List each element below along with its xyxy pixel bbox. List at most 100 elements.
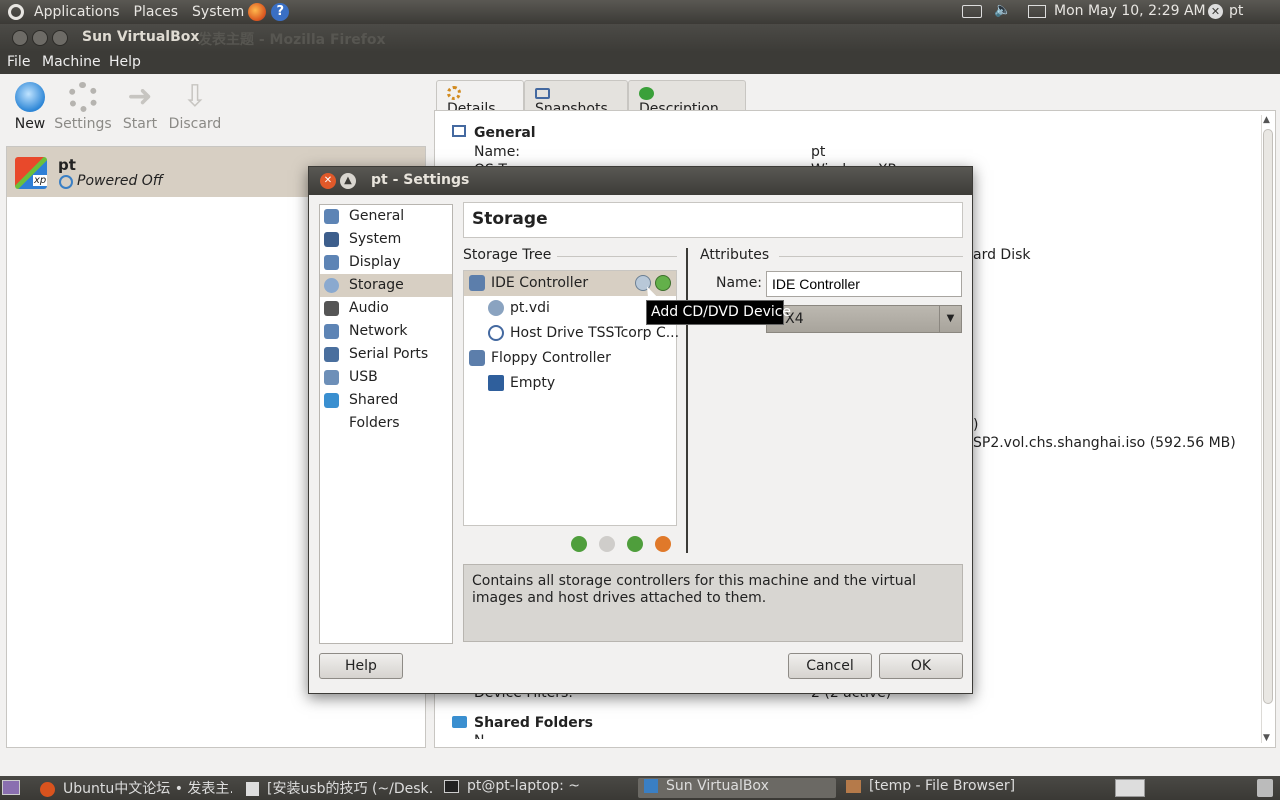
- mail-icon[interactable]: [1028, 5, 1046, 18]
- tree-item-label: Empty: [510, 375, 556, 391]
- category-general[interactable]: General: [320, 205, 452, 228]
- taskbar-item-editor[interactable]: [安装usb的技巧 (~/Desk…: [240, 778, 432, 798]
- category-shared-folders[interactable]: Shared Folders: [320, 389, 452, 431]
- controller-type-combo[interactable]: IX4 ▼: [766, 305, 962, 333]
- gear-icon: [68, 82, 98, 112]
- folder-icon: [846, 779, 861, 793]
- menu-file[interactable]: File: [7, 54, 30, 70]
- scroll-down-icon[interactable]: ▼: [1263, 733, 1270, 743]
- add-controller-button[interactable]: [571, 536, 587, 552]
- general-section-title: General: [474, 125, 536, 141]
- close-window-button[interactable]: [12, 30, 28, 46]
- pane-divider[interactable]: [686, 248, 688, 553]
- monitor-icon: [452, 125, 466, 137]
- remove-attachment-button[interactable]: [655, 536, 671, 552]
- vm-state: Powered Off: [77, 173, 163, 189]
- usb-icon: [324, 370, 339, 385]
- ok-button[interactable]: OK: [879, 653, 963, 679]
- menu-places[interactable]: Places: [134, 4, 179, 20]
- power-icon: [59, 175, 73, 189]
- attributes-label-line: [779, 256, 963, 257]
- controller-name-input[interactable]: [766, 271, 962, 297]
- scroll-thumb[interactable]: [1263, 129, 1273, 704]
- taskbar-item-virtualbox[interactable]: Sun VirtualBox: [638, 778, 836, 798]
- category-label: System: [349, 231, 402, 247]
- firefox-icon: [40, 781, 55, 797]
- minimize-window-button[interactable]: [32, 30, 48, 46]
- firefox-icon[interactable]: [248, 3, 267, 21]
- tree-item-vdi[interactable]: pt.vdi: [488, 296, 550, 321]
- workspace-switcher[interactable]: [1115, 779, 1145, 797]
- menu-applications[interactable]: Applications: [34, 4, 120, 20]
- category-usb[interactable]: USB: [320, 366, 452, 389]
- menu-machine[interactable]: Machine: [42, 54, 101, 70]
- settings-button[interactable]: Settings: [53, 82, 113, 132]
- hard-disk-icon: [488, 300, 504, 316]
- maximize-dialog-button[interactable]: ▲: [340, 173, 356, 189]
- tab-description[interactable]: Description: [628, 80, 746, 117]
- virtualbox-icon: [644, 779, 658, 793]
- category-audio[interactable]: Audio: [320, 297, 452, 320]
- ubuntu-logo-icon[interactable]: [8, 4, 24, 20]
- session-icon[interactable]: ✕: [1208, 4, 1223, 19]
- category-network[interactable]: Network: [320, 320, 452, 343]
- help-button[interactable]: Help: [319, 653, 403, 679]
- show-desktop-icon[interactable]: [2, 780, 20, 795]
- clock[interactable]: Mon May 10, 2:29 AM: [1054, 3, 1206, 19]
- tree-item-floppy-empty[interactable]: Empty: [488, 371, 555, 396]
- shared-folders-value: N...: [474, 733, 498, 739]
- attributes-label: Attributes: [700, 247, 776, 263]
- taskbar-item-file-browser[interactable]: [temp - File Browser]: [840, 778, 1040, 798]
- cd-icon: [488, 325, 504, 341]
- start-button[interactable]: ➜ Start: [110, 82, 170, 133]
- maximize-window-button[interactable]: [52, 30, 68, 46]
- taskbar-item-terminal[interactable]: pt@pt-laptop: ~: [438, 778, 618, 798]
- keyboard-icon[interactable]: [962, 5, 982, 18]
- speech-bubble-icon: [639, 86, 654, 100]
- tooltip: Add CD/DVD Device: [646, 300, 791, 325]
- category-serial-ports[interactable]: Serial Ports: [320, 343, 452, 366]
- help-icon[interactable]: ?: [271, 3, 290, 21]
- camera-icon: [535, 87, 550, 99]
- storage-tree[interactable]: IDE Controller pt.vdi Host Drive TSSTcor…: [463, 270, 680, 526]
- details-gear-icon: [447, 86, 461, 100]
- user-name[interactable]: pt: [1229, 3, 1243, 19]
- tab-snapshots[interactable]: Snapshots: [524, 80, 628, 117]
- tree-item-floppy-controller[interactable]: Floppy Controller: [469, 346, 611, 371]
- new-button[interactable]: New: [0, 82, 60, 132]
- category-label: USB: [349, 369, 378, 385]
- add-hard-disk-icon[interactable]: [655, 275, 671, 291]
- category-storage[interactable]: Storage: [320, 274, 452, 297]
- name-label: Name:: [474, 144, 521, 160]
- category-label: Network: [349, 323, 408, 339]
- attr-name-label: Name:: [716, 275, 763, 291]
- new-button-label: New: [14, 116, 46, 132]
- settings-button-label: Settings: [54, 116, 112, 132]
- os-badge: xp: [33, 175, 48, 186]
- volume-icon[interactable]: 🔈: [994, 2, 1011, 18]
- add-attachment-button[interactable]: [627, 536, 643, 552]
- taskbar-item-label: pt@pt-laptop: ~: [467, 778, 580, 794]
- category-label: Display: [349, 254, 401, 270]
- category-display[interactable]: Display: [320, 251, 452, 274]
- scroll-up-icon[interactable]: ▲: [1263, 115, 1270, 125]
- dialog-title: pt - Settings: [371, 172, 470, 188]
- shared-folders-section-title: Shared Folders: [474, 715, 593, 731]
- cancel-button[interactable]: Cancel: [788, 653, 872, 679]
- monitor-icon: [324, 209, 339, 224]
- taskbar-item-firefox[interactable]: Ubuntu中文论坛 • 发表主…: [34, 778, 232, 798]
- close-dialog-button[interactable]: ✕: [320, 173, 336, 189]
- discard-button[interactable]: ⇩ Discard: [165, 82, 225, 133]
- menu-help[interactable]: Help: [109, 54, 141, 70]
- taskbar-item-label: [安装usb的技巧 (~/Desk…: [267, 781, 432, 797]
- name-value: pt: [811, 144, 826, 160]
- category-system[interactable]: System: [320, 228, 452, 251]
- toolbar: New Settings ➜ Start ⇩ Discard: [0, 74, 430, 146]
- menu-system[interactable]: System: [192, 4, 244, 20]
- tree-item-label: Host Drive TSSTcorp C...: [510, 325, 680, 341]
- details-scrollbar[interactable]: ▲ ▼: [1261, 115, 1273, 743]
- tab-details[interactable]: Details: [436, 80, 524, 117]
- text-editor-icon: [246, 782, 259, 796]
- trash-icon[interactable]: [1257, 779, 1273, 797]
- remove-controller-button[interactable]: [599, 536, 615, 552]
